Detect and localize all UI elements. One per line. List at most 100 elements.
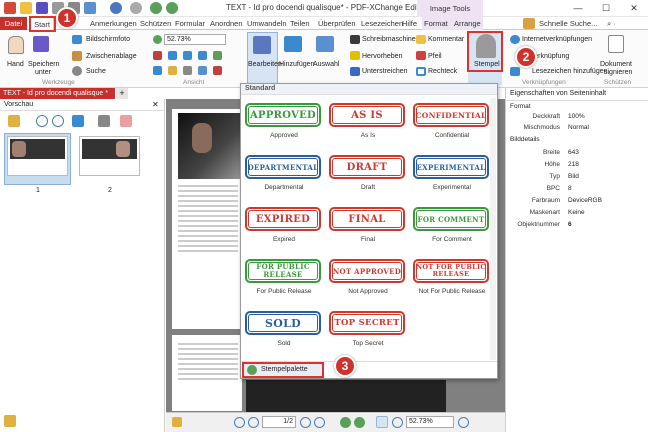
view-icon[interactable] (153, 51, 162, 60)
stamp-expired[interactable]: EXPIRED Expired (243, 202, 325, 254)
comment-icon[interactable] (416, 35, 426, 44)
status-zoom-field[interactable]: 52.73% (406, 416, 454, 428)
tab-anordnen[interactable]: Anordnen (208, 17, 245, 30)
stamp-draft[interactable]: DRAFT Draft (327, 150, 409, 202)
view-icon[interactable] (198, 66, 207, 75)
stamp-not-approved[interactable]: NOT APPROVED Not Approved (327, 254, 409, 306)
arrow-label[interactable]: Pfeil (428, 53, 442, 60)
screenshot-icon[interactable] (72, 35, 82, 44)
scan-icon[interactable] (84, 2, 96, 14)
view-icon[interactable] (198, 51, 207, 60)
stamp-sold[interactable]: SOLD Sold (243, 306, 325, 358)
zoom-field[interactable]: 52.73% (164, 34, 226, 45)
stamp-for-comment[interactable]: FOR COMMENT For Comment (411, 202, 493, 254)
internet-link-icon[interactable] (510, 35, 520, 44)
page-2[interactable] (172, 335, 242, 411)
document-tab[interactable]: TEXT - Id pro docendi qualisque * (0, 88, 115, 99)
panel-settings-icon[interactable] (4, 415, 16, 427)
tab-arrange[interactable]: Arrange (452, 17, 483, 30)
underline-icon[interactable] (350, 67, 360, 76)
tab-lesezeichen[interactable]: Lesezeichen (359, 17, 405, 30)
scrollbar[interactable] (490, 98, 496, 360)
last-page-icon[interactable] (314, 417, 325, 428)
tab-schuetzen[interactable]: Schützen (138, 17, 173, 30)
save-icon[interactable] (36, 2, 48, 14)
select-icon[interactable] (316, 36, 334, 52)
forward-icon[interactable] (166, 2, 178, 14)
zoom-in-icon[interactable] (36, 115, 48, 127)
prev-page-icon[interactable] (248, 417, 259, 428)
close-panel-icon[interactable]: ✕ (152, 101, 160, 109)
stamp-not-for-public-release[interactable]: NOT FOR PUBLIC RELEASE Not For Public Re… (411, 254, 493, 306)
open-icon[interactable] (20, 2, 32, 14)
undo-icon[interactable] (110, 2, 122, 14)
find-icon[interactable] (72, 66, 82, 76)
tab-ueberpruefen[interactable]: Überprüfen (316, 17, 358, 30)
sign-document-icon[interactable] (608, 35, 624, 53)
back-icon[interactable] (340, 417, 351, 428)
page-thumbnail-2[interactable] (79, 136, 140, 176)
zoom-out-icon[interactable] (392, 417, 403, 428)
settings-icon[interactable] (172, 417, 182, 427)
view-icon[interactable] (213, 51, 222, 60)
stamp-top-secret[interactable]: TOP SECRET Top Secret (327, 306, 409, 358)
section-image-details[interactable]: Bilddetails (510, 136, 540, 143)
new-tab-button[interactable]: + (116, 88, 128, 99)
view-icon[interactable] (153, 66, 162, 75)
highlight-label[interactable]: Hervorheben (362, 53, 402, 60)
clipboard-icon[interactable] (72, 51, 82, 61)
tab-formular[interactable]: Formular (173, 17, 207, 30)
view-icon[interactable] (213, 66, 222, 75)
view-mode-icon[interactable] (376, 416, 388, 428)
tab-format[interactable]: Format (422, 17, 452, 30)
stamp-for-public-release[interactable]: FOR PUBLIC RELEASE For Public Release (243, 254, 325, 306)
edit-icon[interactable] (253, 36, 271, 54)
maximize-icon[interactable]: ☐ (592, 0, 620, 17)
zoom-in-icon[interactable] (153, 35, 162, 44)
stamp-experimental[interactable]: EXPERIMENTAL Experimental (411, 150, 493, 202)
rectangle-icon[interactable] (416, 67, 426, 76)
page-thumbnail-1[interactable] (7, 136, 68, 176)
typewriter-label[interactable]: Schreibmaschine (362, 36, 416, 43)
tab-umwandeln[interactable]: Umwandeln (245, 17, 289, 30)
typewriter-icon[interactable] (350, 35, 360, 44)
stamp-approved[interactable]: APPROVED Approved (243, 98, 325, 150)
redo-icon[interactable] (130, 2, 142, 14)
clipboard-label[interactable]: Zwischenablage (86, 53, 137, 60)
section-format[interactable]: Format (510, 103, 531, 110)
save-as-icon[interactable] (33, 36, 49, 52)
screenshot-label[interactable]: Bildschirmfoto (86, 36, 130, 43)
bookmark-icon[interactable] (510, 67, 520, 76)
first-page-icon[interactable] (234, 417, 245, 428)
zoom-out-icon[interactable] (52, 115, 64, 127)
blend-value[interactable]: Normal (568, 124, 589, 131)
find-button[interactable]: ⌕ · (605, 17, 618, 30)
quick-search[interactable]: Schnelle Suche... (537, 17, 599, 30)
document-view[interactable] (166, 99, 246, 432)
close-icon[interactable]: ✕ (620, 0, 648, 17)
view-icon[interactable] (183, 66, 192, 75)
internet-links-label[interactable]: Internetverknüpfungen (522, 36, 592, 43)
add-icon[interactable] (284, 36, 302, 52)
arrow-icon[interactable] (416, 51, 426, 60)
settings-icon[interactable] (8, 115, 20, 127)
stamp-as-is[interactable]: AS IS As Is (327, 98, 409, 150)
tab-teilen[interactable]: Teilen (288, 17, 312, 30)
stamp-final[interactable]: FINAL Final (327, 202, 409, 254)
add-bookmark-label[interactable]: Lesezeichen hinzufügen (532, 68, 608, 75)
back-icon[interactable] (150, 2, 162, 14)
tab-datei[interactable]: Datei (0, 17, 27, 30)
minimize-icon[interactable]: — (564, 0, 592, 17)
stamp-departmental[interactable]: DEPARTMENTAL Departmental (243, 150, 325, 202)
page-1[interactable] (172, 109, 242, 329)
highlight-icon[interactable] (350, 51, 360, 60)
view-icon[interactable] (168, 66, 177, 75)
underline-label[interactable]: Unterstreichen (362, 68, 408, 75)
tab-hilfe[interactable]: Hilfe (400, 17, 419, 30)
next-page-icon[interactable] (300, 417, 311, 428)
rotate-icon[interactable] (72, 115, 84, 127)
delete-icon[interactable] (120, 115, 132, 127)
page-field[interactable]: 1/2 (262, 416, 296, 428)
print-icon[interactable] (98, 115, 110, 127)
view-icon[interactable] (168, 51, 177, 60)
